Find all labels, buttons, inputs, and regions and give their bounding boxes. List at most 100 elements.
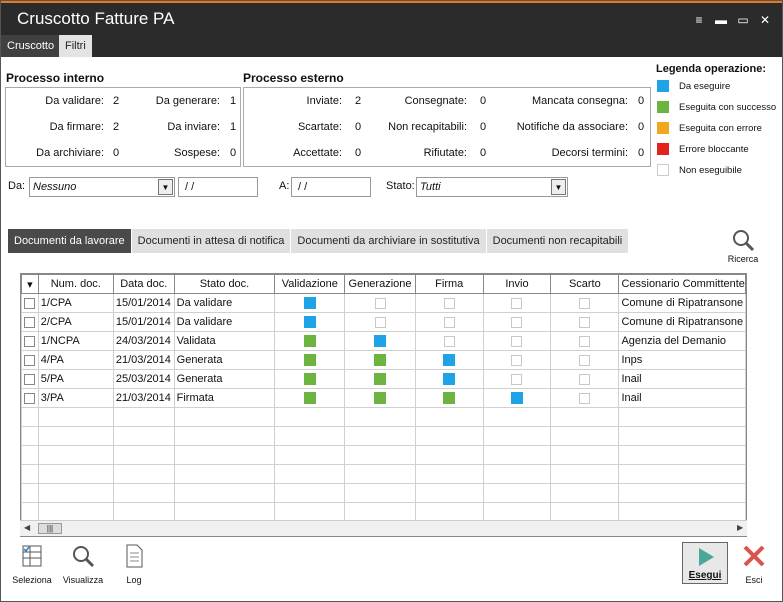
legenda-title: Legenda operazione: bbox=[656, 63, 767, 75]
tab-documenti-da-lavorare[interactable]: Documenti da lavorare bbox=[8, 229, 132, 253]
stato-select-value: Tutti bbox=[420, 181, 441, 193]
cell-cessionario bbox=[618, 426, 746, 446]
status-generazione-blue bbox=[374, 335, 387, 347]
table-row[interactable]: 4/PA 21/03/2014 Generata Inps bbox=[21, 350, 746, 370]
chevron-down-icon[interactable]: ▼ bbox=[158, 179, 173, 195]
row-select-cell[interactable] bbox=[21, 483, 39, 503]
status-scarto-empty bbox=[579, 373, 591, 385]
cell-generazione bbox=[344, 293, 416, 313]
col-data-doc[interactable]: Data doc. bbox=[112, 274, 175, 294]
select-all-header[interactable]: ▾ bbox=[21, 274, 39, 294]
cell-invio bbox=[482, 369, 552, 389]
tab-filtri[interactable]: Filtri bbox=[59, 35, 92, 57]
table-row[interactable]: 3/PA 21/03/2014 Firmata Inail bbox=[21, 388, 746, 408]
cell-invio bbox=[482, 350, 552, 370]
row-checkbox[interactable] bbox=[24, 335, 35, 347]
row-checkbox[interactable] bbox=[24, 316, 35, 328]
table-row[interactable] bbox=[21, 426, 746, 446]
table-row[interactable] bbox=[21, 483, 746, 503]
row-checkbox[interactable] bbox=[24, 297, 35, 309]
cell-firma bbox=[414, 445, 484, 465]
row-select-cell[interactable] bbox=[21, 407, 39, 427]
row-select-cell[interactable] bbox=[21, 331, 39, 351]
row-select-cell[interactable] bbox=[21, 388, 39, 408]
maximize-icon[interactable]: ▭ bbox=[732, 11, 754, 29]
table-row[interactable]: 1/NCPA 24/03/2014 Validata Agenzia del Dema… bbox=[21, 331, 746, 351]
cell-generazione bbox=[344, 483, 416, 503]
row-select-cell[interactable] bbox=[21, 464, 39, 484]
table-row[interactable]: 1/CPA 15/01/2014 Da validare Comune di Ripa… bbox=[21, 293, 746, 313]
row-select-cell[interactable] bbox=[21, 445, 39, 465]
col-scarto[interactable]: Scarto bbox=[550, 274, 620, 294]
col-invio[interactable]: Invio bbox=[482, 274, 552, 294]
minimize-icon[interactable]: ▬ bbox=[710, 11, 732, 29]
tab-cruscotto[interactable]: Cruscotto bbox=[1, 35, 61, 57]
row-select-cell[interactable] bbox=[21, 350, 39, 370]
document-tabs: Documenti da lavorare Documenti in attes… bbox=[8, 229, 630, 253]
table-row[interactable]: 5/PA 25/03/2014 Generata Inail bbox=[21, 369, 746, 389]
scroll-left-icon[interactable]: ◀ bbox=[24, 523, 30, 532]
stato-label: Stato: bbox=[386, 180, 415, 192]
cell-num-doc: 1/CPA bbox=[37, 293, 114, 313]
da-date-input[interactable]: / / bbox=[178, 177, 258, 197]
row-select-cell[interactable] bbox=[21, 293, 39, 313]
table-row[interactable] bbox=[21, 445, 746, 465]
da-archiviare-value: 0 bbox=[113, 147, 120, 159]
menu-icon[interactable]: ≡ bbox=[688, 11, 710, 29]
esci-button[interactable]: Esci bbox=[739, 543, 769, 587]
status-scarto-empty bbox=[579, 316, 591, 328]
cell-validazione bbox=[274, 502, 346, 522]
a-date-input[interactable]: / / bbox=[291, 177, 371, 197]
esegui-button[interactable]: Esegui bbox=[682, 542, 728, 584]
col-stato-doc[interactable]: Stato doc. bbox=[173, 274, 276, 294]
tab-documenti-da-archiviare[interactable]: Documenti da archiviare in sostitutiva bbox=[291, 229, 487, 253]
table-row[interactable] bbox=[21, 464, 746, 484]
row-select-cell[interactable] bbox=[21, 312, 39, 332]
row-select-cell[interactable] bbox=[21, 369, 39, 389]
ricerca-button[interactable]: Ricerca bbox=[723, 228, 763, 264]
col-num-doc[interactable]: Num. doc. bbox=[37, 274, 114, 294]
status-validazione-blue bbox=[303, 316, 316, 328]
chevron-down-icon[interactable]: ▼ bbox=[551, 179, 566, 195]
horizontal-scrollbar[interactable]: ◀ ||| ▶ bbox=[20, 520, 747, 536]
status-firma-blue bbox=[443, 354, 456, 366]
cell-stato-doc: Firmata bbox=[173, 388, 276, 408]
status-invio-empty bbox=[511, 373, 523, 385]
scroll-thumb[interactable]: ||| bbox=[38, 523, 62, 534]
table-row[interactable]: 2/CPA 15/01/2014 Da validare Comune di Ripa… bbox=[21, 312, 746, 332]
da-select[interactable]: Nessuno ▼ bbox=[29, 177, 175, 197]
seleziona-button[interactable]: Seleziona bbox=[11, 543, 53, 587]
cell-invio bbox=[482, 426, 552, 446]
col-firma[interactable]: Firma bbox=[414, 274, 484, 294]
tab-documenti-non-recapitabili[interactable]: Documenti non recapitabili bbox=[486, 229, 630, 253]
da-validare-label: Da validare: bbox=[45, 95, 104, 107]
legend-swatch-successo bbox=[657, 101, 669, 113]
log-button[interactable]: Log bbox=[119, 543, 149, 587]
cell-invio bbox=[482, 312, 552, 332]
stato-select[interactable]: Tutti ▼ bbox=[416, 177, 568, 197]
document-log-icon bbox=[126, 544, 143, 568]
row-checkbox[interactable] bbox=[24, 373, 35, 385]
row-checkbox[interactable] bbox=[24, 354, 35, 366]
col-validazione[interactable]: Validazione bbox=[274, 274, 346, 294]
tab-documenti-attesa-notifica[interactable]: Documenti in attesa di notifica bbox=[131, 229, 292, 253]
legend-label-errore: Eseguita con errore bbox=[679, 123, 762, 134]
da-select-value: Nessuno bbox=[33, 181, 77, 193]
cell-invio bbox=[482, 293, 552, 313]
scroll-right-icon[interactable]: ▶ bbox=[737, 523, 743, 532]
accettate-value: 0 bbox=[355, 147, 362, 159]
table-row[interactable] bbox=[21, 407, 746, 427]
close-icon[interactable]: ✕ bbox=[754, 11, 776, 29]
status-firma-empty bbox=[443, 297, 455, 309]
table-row[interactable] bbox=[21, 502, 746, 522]
cell-firma bbox=[414, 388, 484, 408]
row-select-cell[interactable] bbox=[21, 426, 39, 446]
row-select-cell[interactable] bbox=[21, 502, 39, 522]
sospese-value: 0 bbox=[230, 147, 237, 159]
col-cessionario[interactable]: Cessionario Committente bbox=[618, 274, 746, 294]
row-checkbox[interactable] bbox=[24, 392, 35, 404]
visualizza-button[interactable]: Visualizza bbox=[61, 543, 105, 587]
status-scarto-empty bbox=[579, 335, 591, 347]
col-generazione[interactable]: Generazione bbox=[344, 274, 416, 294]
cell-scarto bbox=[550, 312, 620, 332]
